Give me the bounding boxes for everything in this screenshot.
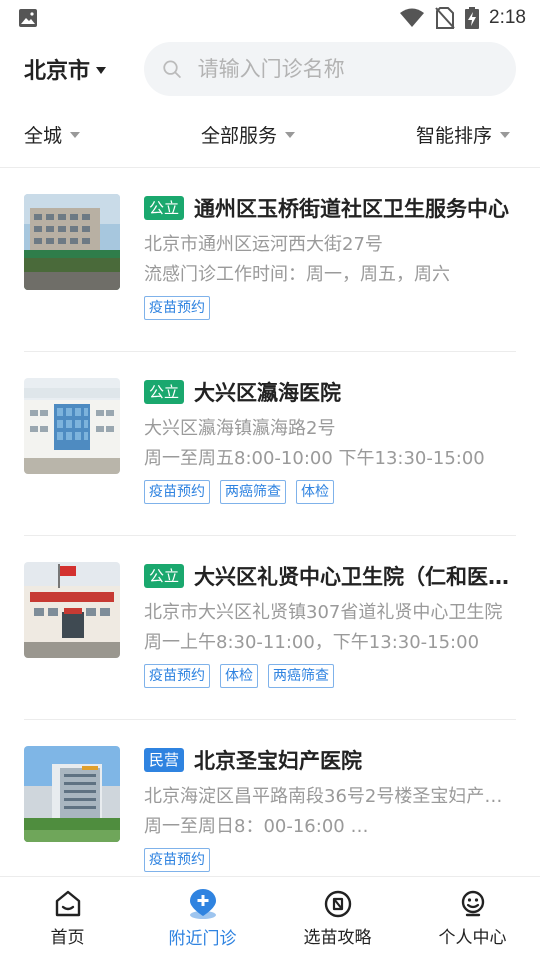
service-tag: 体检	[296, 480, 334, 504]
caret-down-icon	[499, 131, 510, 138]
service-tag: 疫苗预约	[144, 664, 210, 688]
clinic-address: 北京市通州区运河西大街27号	[144, 234, 383, 255]
filter-sort-label: 智能排序	[415, 125, 492, 147]
service-tag: 疫苗预约	[144, 480, 210, 504]
service-tag: 两癌筛查	[268, 664, 334, 688]
bottom-navigation: 首页 附近门诊 选苗攻略 个人中心	[0, 876, 540, 960]
clinic-photo	[24, 746, 120, 842]
filter-sort[interactable]: 智能排序	[416, 121, 510, 148]
nav-nearby-label: 附近门诊	[168, 929, 237, 949]
caret-down-icon	[285, 131, 295, 138]
guide-icon	[324, 890, 351, 918]
clinic-card[interactable]: 公立 大兴区礼贤中心卫生院（仁和医院） 北京市大兴区礼贤镇307省道礼贤中心卫生…	[24, 536, 516, 720]
nav-profile-label: 个人中心	[438, 928, 507, 948]
clinic-name: 北京圣宝妇产医院	[194, 749, 363, 773]
clinic-name: 通州区玉桥街道社区卫生服务中心	[194, 197, 510, 221]
home-icon	[55, 890, 80, 917]
service-tag: 两癌筛查	[220, 480, 286, 504]
clinic-name: 大兴区瀛海医院	[194, 381, 342, 405]
service-tag: 疫苗预约	[144, 848, 210, 872]
type-badge: 民营	[144, 748, 185, 772]
city-label: 北京市	[24, 59, 91, 84]
filter-bar: 全城 全部服务 智能排序	[0, 102, 540, 168]
no-sim-icon	[435, 7, 455, 29]
clinic-hours: 流感门诊工作时间：周一，周五，周六	[144, 264, 450, 285]
profile-icon	[461, 890, 484, 917]
clinic-address: 大兴区瀛海镇瀛海路2号	[144, 418, 336, 439]
image-notification-icon	[19, 9, 37, 27]
service-tag: 疫苗预约	[144, 296, 210, 320]
clinic-list: 公立 通州区玉桥街道社区卫生服务中心 北京市通州区运河西大街27号 流感门诊工作…	[0, 168, 540, 878]
clinic-address: 北京海淀区昌平路南段36号2号楼圣宝妇产医院	[144, 786, 516, 807]
type-badge: 公立	[144, 564, 185, 588]
location-pin-icon	[189, 889, 216, 919]
clinic-card[interactable]: 公立 通州区玉桥街道社区卫生服务中心 北京市通州区运河西大街27号 流感门诊工作…	[24, 168, 516, 352]
battery-charging-icon	[465, 7, 480, 29]
header: 北京市	[0, 36, 540, 102]
city-selector[interactable]: 北京市	[24, 53, 144, 85]
clock: 2:18	[489, 7, 526, 28]
wifi-icon	[400, 8, 425, 27]
search-icon	[163, 60, 181, 78]
clinic-photo	[24, 562, 120, 658]
clinic-card[interactable]: 公立 大兴区瀛海医院 大兴区瀛海镇瀛海路2号 周一至周五8:00-10:00 下…	[24, 352, 516, 536]
clinic-hours: 周一至周五8:00-10:00 下午13:30-15:00	[144, 448, 485, 469]
nav-nearby-clinics[interactable]: 附近门诊	[135, 877, 270, 960]
clinic-card[interactable]: 民营 北京圣宝妇产医院 北京海淀区昌平路南段36号2号楼圣宝妇产医院 周一至周日…	[24, 720, 516, 878]
caret-down-icon	[70, 131, 81, 138]
search-input[interactable]	[197, 57, 498, 81]
clinic-photo	[24, 378, 120, 474]
clinic-hours: 周一至周日8：00-16:00 …	[144, 816, 369, 837]
clinic-photo	[24, 194, 120, 290]
filter-service-label: 全部服务	[200, 125, 277, 147]
nav-profile[interactable]: 个人中心	[405, 877, 540, 960]
caret-down-icon	[96, 66, 107, 74]
type-badge: 公立	[144, 196, 185, 220]
nav-home[interactable]: 首页	[0, 877, 135, 960]
filter-service[interactable]: 全部服务	[201, 121, 295, 148]
service-tag: 体检	[220, 664, 258, 688]
nav-vaccine-guide[interactable]: 选苗攻略	[270, 877, 405, 960]
clinic-address: 北京市大兴区礼贤镇307省道礼贤中心卫生院	[144, 602, 503, 623]
status-bar: 2:18	[0, 0, 540, 36]
filter-area[interactable]: 全城	[24, 121, 81, 148]
nav-home-label: 首页	[50, 928, 85, 948]
type-badge: 公立	[144, 380, 185, 404]
search-bar[interactable]	[144, 42, 516, 96]
clinic-hours: 周一上午8:30-11:00，下午13:30-15:00	[144, 632, 480, 653]
clinic-name: 大兴区礼贤中心卫生院（仁和医院）	[194, 565, 516, 589]
filter-area-label: 全城	[24, 125, 63, 147]
nav-guide-label: 选苗攻略	[303, 928, 372, 948]
